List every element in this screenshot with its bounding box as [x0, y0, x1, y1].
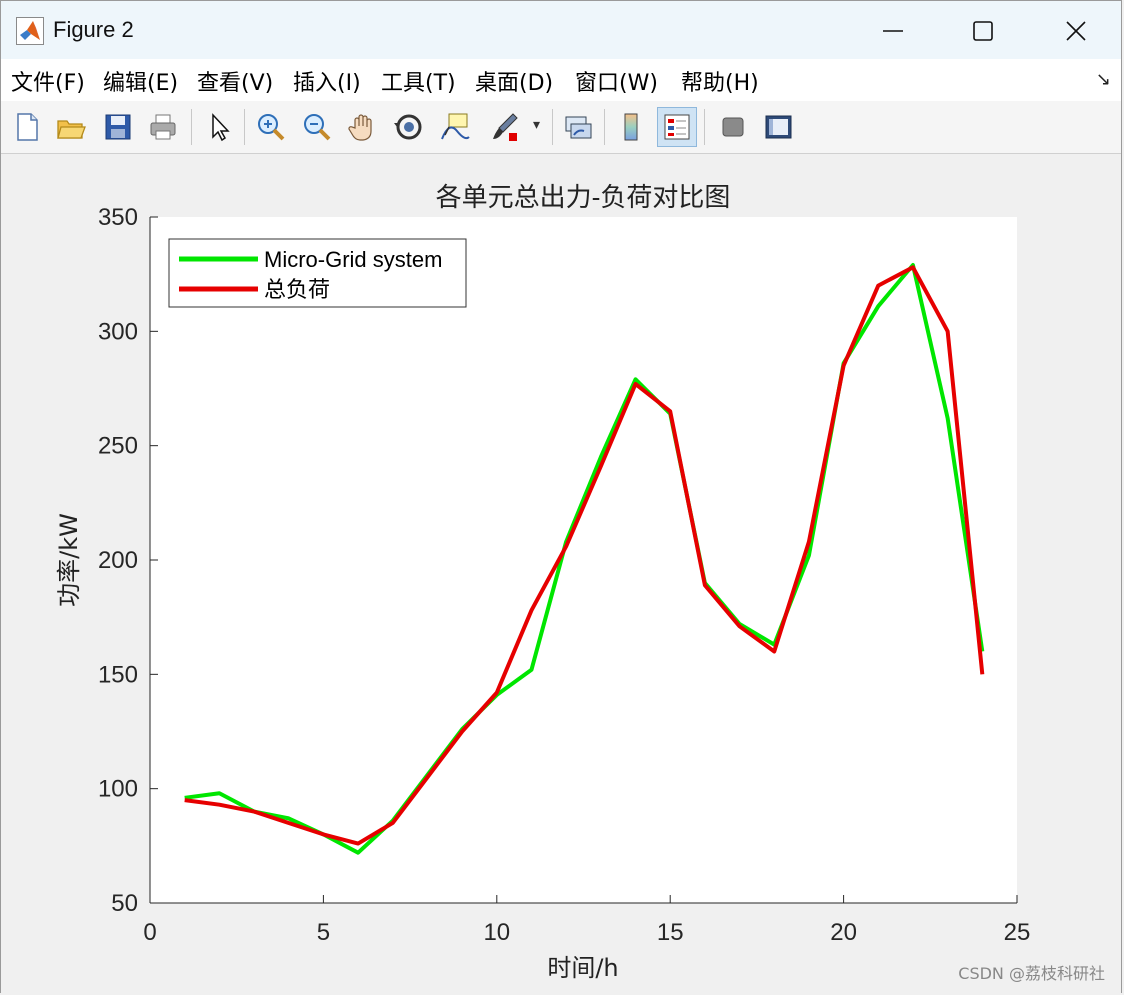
menu-window[interactable]: 窗口(W) [575, 65, 658, 97]
maximize-button[interactable] [953, 9, 1013, 53]
plot-area [150, 217, 1017, 903]
menu-bar: 文件(F) 编辑(E) 查看(V) 插入(I) 工具(T) 桌面(D) 窗口(W… [1, 59, 1121, 102]
legend[interactable]: Micro-Grid system 总负荷 [168, 238, 467, 308]
data-cursor-button[interactable] [435, 107, 475, 147]
save-button[interactable] [98, 107, 138, 147]
legend-label-total-load: 总负荷 [264, 278, 330, 303]
pointer-button[interactable] [199, 107, 239, 147]
zoom-in-button[interactable] [251, 107, 291, 147]
toolbar-separator [704, 109, 705, 145]
minimize-icon [883, 30, 903, 32]
menu-file[interactable]: 文件(F) [11, 65, 85, 97]
hide-plot-tools-button[interactable] [713, 107, 753, 147]
new-figure-icon [17, 113, 38, 141]
zoom-out-icon [304, 114, 331, 141]
rotate-3d-icon [394, 114, 422, 140]
x-tick-label: 5 [317, 919, 330, 946]
watermark: CSDN @荔枝科研社 [958, 964, 1105, 983]
x-tick-label: 15 [657, 919, 684, 946]
y-tick-label: 350 [98, 204, 138, 231]
y-tick-label: 150 [98, 661, 138, 688]
x-tick-label: 20 [830, 919, 857, 946]
hide-plot-tools-icon [722, 117, 744, 137]
x-tick-label: 10 [483, 919, 510, 946]
figure-toolbar: ▾ [1, 101, 1121, 154]
menu-tools[interactable]: 工具(T) [381, 65, 456, 97]
menu-help[interactable]: 帮助(H) [681, 65, 759, 97]
rotate-3d-button[interactable] [389, 107, 429, 147]
menu-edit[interactable]: 编辑(E) [103, 65, 178, 97]
x-tick-label: 0 [143, 919, 156, 946]
dock-arrow-icon[interactable]: ↘ [1096, 69, 1111, 90]
chart-title: 各单元总出力-负荷对比图 [436, 183, 731, 213]
print-icon [150, 114, 176, 140]
x-axis-label: 时间/h [547, 954, 618, 982]
y-tick-label: 200 [98, 547, 138, 574]
legend-icon [664, 114, 690, 140]
close-icon [1066, 21, 1086, 41]
toolbar-separator [244, 109, 245, 145]
title-bar[interactable]: Figure 2 [1, 1, 1121, 59]
legend-label-micro-grid: Micro-Grid system [264, 247, 442, 272]
x-tick-label: 25 [1004, 919, 1031, 946]
save-icon [105, 114, 131, 140]
y-tick-label: 50 [111, 890, 138, 917]
legend-button[interactable] [657, 107, 697, 147]
data-cursor-icon [441, 113, 470, 140]
y-tick-label: 100 [98, 776, 138, 803]
open-file-icon [57, 120, 86, 139]
show-plot-tools-icon [765, 115, 792, 139]
menu-view[interactable]: 查看(V) [197, 65, 273, 97]
link-plot-button[interactable] [558, 107, 598, 147]
zoom-in-icon [258, 114, 285, 141]
print-button[interactable] [143, 107, 183, 147]
figure-canvas[interactable]: 各单元总出力-负荷对比图 0 5 10 15 20 25 50 100 150 200 250 300… [1, 154, 1121, 994]
maximize-icon [973, 21, 993, 41]
show-plot-tools-button[interactable] [758, 107, 798, 147]
pan-icon [348, 114, 372, 141]
open-file-button[interactable] [51, 107, 91, 147]
pan-button[interactable] [343, 107, 383, 147]
menu-desktop[interactable]: 桌面(D) [475, 65, 553, 97]
matlab-icon [16, 17, 44, 45]
y-tick-label: 250 [98, 433, 138, 460]
minimize-button[interactable] [863, 9, 923, 53]
line-chart[interactable]: 各单元总出力-负荷对比图 0 5 10 15 20 25 50 100 150 200 250 300… [1, 154, 1123, 992]
menu-insert[interactable]: 插入(I) [293, 65, 361, 97]
link-plot-icon [565, 116, 592, 139]
brush-icon [493, 113, 518, 141]
colorbar-icon [624, 113, 638, 141]
toolbar-separator [191, 109, 192, 145]
toolbar-separator [552, 109, 553, 145]
toolbar-separator [604, 109, 605, 145]
colorbar-button[interactable] [611, 107, 651, 147]
new-figure-button[interactable] [7, 107, 47, 147]
y-axis-label: 功率/kW [55, 513, 83, 607]
brush-button[interactable] [485, 107, 525, 147]
brush-dropdown-icon[interactable]: ▾ [533, 117, 540, 133]
pointer-icon [212, 113, 230, 142]
figure-window: Figure 2 文件(F) 编辑(E) 查看(V) 插入(I) 工具(T) 桌… [0, 0, 1122, 994]
y-tick-label: 300 [98, 318, 138, 345]
window-title: Figure 2 [53, 17, 134, 42]
close-button[interactable] [1046, 9, 1106, 53]
zoom-out-button[interactable] [297, 107, 337, 147]
